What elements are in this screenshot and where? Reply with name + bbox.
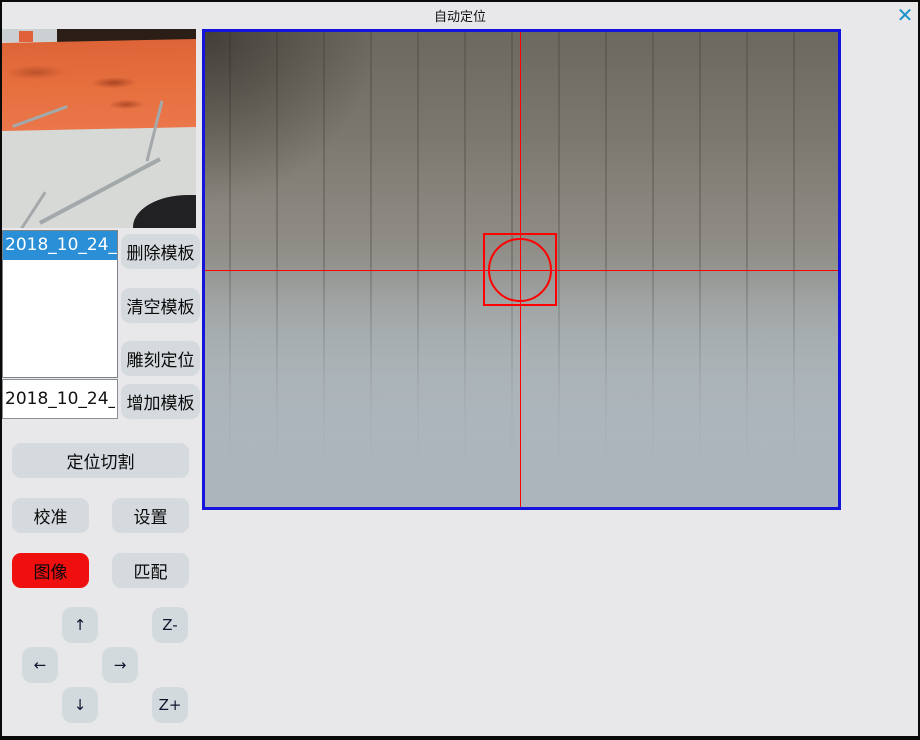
jog-z-minus-button[interactable]: Z- <box>152 607 188 643</box>
clear-templates-button[interactable]: 清空模板 <box>121 288 200 323</box>
crosshair-vertical-line <box>520 32 521 507</box>
list-item[interactable]: 2018_10_24_11 <box>3 231 117 260</box>
jog-right-button[interactable]: → <box>102 647 138 683</box>
jog-left-button[interactable]: ← <box>22 647 58 683</box>
position-cut-button[interactable]: 定位切割 <box>12 443 189 478</box>
thumbnail-dark-object <box>133 195 196 228</box>
page-title: 自动定位 <box>0 6 920 26</box>
add-template-button[interactable]: 增加模板 <box>121 384 200 419</box>
delete-template-button[interactable]: 删除模板 <box>121 234 200 269</box>
jog-z-plus-button[interactable]: Z+ <box>152 687 188 723</box>
camera-corner-shadow <box>205 32 838 507</box>
auto-position-dialog: 自动定位 ✕ 2018_10_24_11 删除模板 清空模板 雕刻定位 增加模板… <box>0 0 920 740</box>
template-thumbnail <box>2 29 196 228</box>
match-button[interactable]: 匹配 <box>112 553 189 588</box>
close-icon[interactable]: ✕ <box>892 3 918 27</box>
jog-up-button[interactable]: ↑ <box>62 607 98 643</box>
engrave-position-button[interactable]: 雕刻定位 <box>121 341 200 376</box>
image-button-active[interactable]: 图像 <box>12 553 89 588</box>
jog-down-button[interactable]: ↓ <box>62 687 98 723</box>
thumbnail-orange-chip <box>19 31 33 42</box>
template-list[interactable]: 2018_10_24_11 <box>2 230 118 378</box>
camera-bottom-fade <box>205 32 838 507</box>
template-name-field[interactable] <box>2 379 118 419</box>
settings-button[interactable]: 设置 <box>112 498 189 533</box>
target-circle-overlay <box>488 238 552 302</box>
crosshair-horizontal-line <box>205 270 838 271</box>
target-square-overlay <box>483 233 557 306</box>
camera-view[interactable] <box>202 29 841 510</box>
camera-image <box>205 32 838 507</box>
calibrate-button[interactable]: 校准 <box>12 498 89 533</box>
camera-ceiling-stripes <box>205 32 838 507</box>
